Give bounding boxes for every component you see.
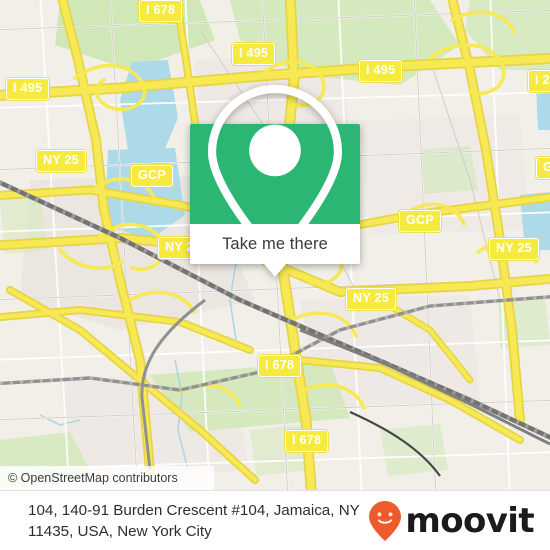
map-shield-gcp-edge[interactable]: GCP <box>536 157 550 179</box>
address-line-1: 104, 140-91 Burden Crescent #104, Jamaic… <box>28 501 360 519</box>
map-shield-ny25-left[interactable]: NY 25 <box>36 150 87 172</box>
map-shield-i495-left[interactable]: I 495 <box>6 78 50 100</box>
map-pin-icon <box>207 84 343 264</box>
popup-pointer-tail <box>264 264 286 277</box>
address-line-2: 11435, USA, New York City <box>28 522 212 540</box>
map-attribution[interactable]: © OpenStreetMap contributors <box>0 466 214 490</box>
map-canvas[interactable]: I 678 I 495 I 495 I 495 I 2 NY 25 GCP GC… <box>0 0 550 490</box>
map-shield-i678-bottom[interactable]: I 678 <box>285 430 329 452</box>
popup-header <box>190 84 360 264</box>
take-me-there-label: Take me there <box>222 234 328 253</box>
map-shield-ny25-right[interactable]: NY 25 <box>489 238 540 260</box>
map-shield-i295-edge[interactable]: I 2 <box>528 70 550 92</box>
footer-bar: 104, 140-91 Burden Crescent #104, Jamaic… <box>0 490 550 550</box>
moovit-logo[interactable]: moovit <box>368 500 550 542</box>
location-popup-card[interactable]: Take me there <box>190 84 360 277</box>
map-shield-gcp-right[interactable]: GCP <box>399 210 441 232</box>
moovit-map-screenshot: I 678 I 495 I 495 I 495 I 2 NY 25 GCP GC… <box>0 0 550 550</box>
attribution-text: © OpenStreetMap contributors <box>8 471 178 485</box>
moovit-wordmark: moovit <box>405 500 534 541</box>
popup-body[interactable]: Take me there <box>190 224 360 277</box>
moovit-pin-icon <box>369 500 402 541</box>
map-shield-gcp-left[interactable]: GCP <box>131 165 173 187</box>
address-block: 104, 140-91 Burden Crescent #104, Jamaic… <box>0 500 368 542</box>
map-shield-i678-top[interactable]: I 678 <box>139 0 183 22</box>
map-shield-i495-right[interactable]: I 495 <box>359 60 403 82</box>
